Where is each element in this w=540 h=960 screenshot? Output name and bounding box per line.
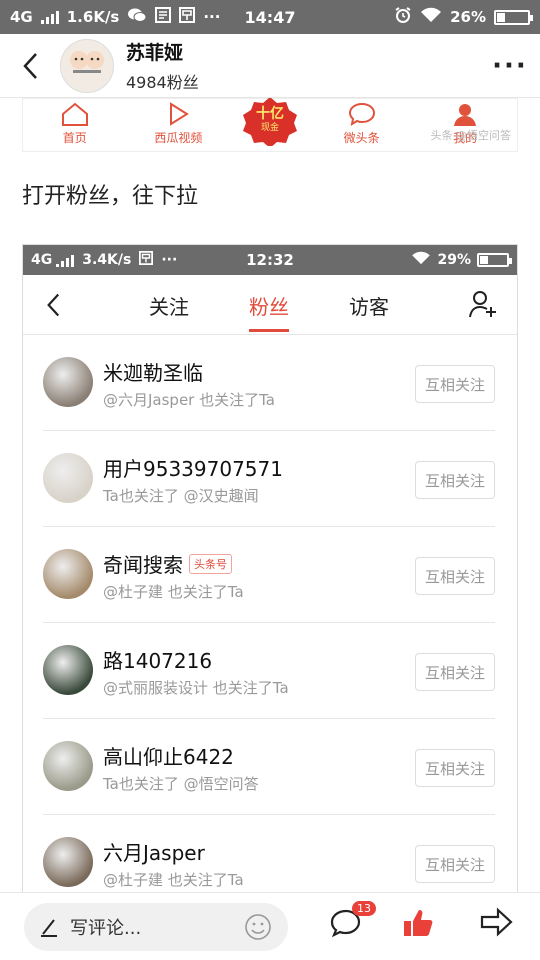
- red-badge-icon: 十亿 现金: [242, 98, 298, 146]
- follower-name: 用户95339707571: [103, 453, 283, 482]
- signal-icon: [40, 10, 59, 24]
- follower-name-text: 高山仰止6422: [103, 745, 234, 769]
- comment-placeholder: 写评论...: [70, 918, 142, 939]
- avatar: [43, 549, 93, 599]
- follower-subtext: @杜子建 也关注了Ta: [103, 871, 244, 889]
- embedded-fans-screenshot: 4G 3.4K/s ··· 12:32 29% 关注 粉丝 访客 米迦勒圣临 @…: [22, 244, 518, 892]
- follower-subtext: @式丽服装设计 也关注了Ta: [103, 679, 289, 697]
- list-item: 奇闻搜索 头条号 @杜子建 也关注了Ta 互相关注: [43, 527, 495, 623]
- more-dots: ···: [203, 8, 221, 26]
- speed-label: 1.6K/s: [66, 8, 120, 26]
- inner-back-button: [23, 292, 83, 318]
- add-friend-icon: [469, 289, 497, 323]
- profile-header: 苏菲娅 4984粉丝 ···: [0, 34, 540, 98]
- home-icon: [61, 102, 88, 126]
- nav-label: 西瓜视频: [154, 131, 203, 145]
- badge-sub: 现金: [260, 123, 279, 133]
- follower-name: 路1407216: [103, 645, 212, 674]
- profile-icon: [454, 104, 477, 126]
- follower-name-text: 米迦勒圣临: [103, 361, 203, 385]
- battery-icon: [494, 9, 533, 25]
- list-item: 高山仰止6422 Ta也关注了 @悟空问答 互相关注: [43, 719, 495, 815]
- follower-name: 米迦勒圣临: [103, 357, 203, 386]
- mutual-follow-button: 互相关注: [415, 461, 495, 499]
- inner-time: 12:32: [246, 251, 294, 269]
- follower-name-text: 用户95339707571: [103, 457, 283, 481]
- mutual-follow-button: 互相关注: [415, 557, 495, 595]
- avatar: [43, 741, 93, 791]
- share-button[interactable]: [478, 907, 514, 941]
- comment-count-badge: 13: [352, 901, 376, 916]
- article-content: 首页 西瓜视频 十亿 现金 微头条 我的 头条 @悟空问答 打开粉丝，往下拉 4G…: [0, 98, 540, 892]
- like-button[interactable]: [402, 907, 434, 943]
- chat-bubble-icon: [348, 102, 375, 127]
- wechat-icon: [127, 7, 147, 27]
- comments-button[interactable]: 13: [330, 901, 376, 943]
- inner-status-bar: 4G 3.4K/s ··· 12:32 29%: [23, 245, 517, 275]
- avatar: [43, 645, 93, 695]
- toutiao-tag: 头条号: [189, 554, 232, 574]
- wifi-icon: [420, 7, 442, 27]
- list-item: 路1407216 @式丽服装设计 也关注了Ta 互相关注: [43, 623, 495, 719]
- comment-input[interactable]: 写评论...: [24, 903, 288, 951]
- mutual-follow-button: 互相关注: [415, 749, 495, 787]
- notification-icon-2: [179, 7, 196, 27]
- watermark: 头条 @悟空问答: [430, 129, 512, 142]
- bottom-bar: 写评论... 13: [0, 892, 540, 960]
- follower-subtext: @六月Jasper 也关注了Ta: [103, 391, 275, 409]
- nav-item-video: 西瓜视频: [138, 101, 218, 146]
- nav-label: 微头条: [343, 131, 380, 145]
- tab-following: 关注: [149, 295, 189, 319]
- list-item: 用户95339707571 Ta也关注了 @汉史趣闻 互相关注: [43, 431, 495, 527]
- avatar: [43, 453, 93, 503]
- follower-name-text: 奇闻搜索: [103, 553, 183, 577]
- battery-label: 26%: [450, 8, 486, 26]
- follower-subtext: Ta也关注了 @悟空问答: [103, 775, 259, 793]
- follower-name: 高山仰止6422: [103, 741, 234, 770]
- tab-bar: 关注 粉丝 访客: [23, 275, 517, 335]
- avatar: [43, 837, 93, 887]
- follower-name: 奇闻搜索 头条号: [103, 549, 232, 578]
- follower-name-text: 路1407216: [103, 649, 213, 673]
- back-arrow-icon: [23, 52, 37, 79]
- fans-count: 4984粉丝: [126, 73, 199, 92]
- nav-item-weitoutiao: 微头条: [322, 101, 402, 146]
- avatar: [43, 357, 93, 407]
- list-item: 米迦勒圣临 @六月Jasper 也关注了Ta 互相关注: [43, 335, 495, 431]
- status-bar: 4G 1.6K/s ··· 14:47 26%: [0, 0, 540, 34]
- mutual-follow-button: 互相关注: [415, 653, 495, 691]
- network-label: 4G: [10, 8, 33, 26]
- share-arrow-icon: [480, 907, 513, 937]
- tab-fans: 粉丝: [249, 291, 289, 332]
- badge-label: 十亿: [255, 106, 284, 122]
- emoji-icon[interactable]: [244, 913, 272, 941]
- embedded-nav-screenshot: 首页 西瓜视频 十亿 现金 微头条 我的 头条 @悟空问答: [22, 98, 518, 152]
- thumbs-up-icon: [404, 910, 433, 936]
- mutual-follow-button: 互相关注: [415, 365, 495, 403]
- follower-name: 六月Jasper: [103, 837, 205, 866]
- mutual-follow-button: 互相关注: [415, 845, 495, 883]
- follower-name-text: 六月Jasper: [103, 841, 205, 865]
- alarm-icon: [394, 6, 412, 28]
- back-button[interactable]: [0, 34, 60, 98]
- play-icon: [170, 102, 190, 126]
- battery-icon: [477, 253, 512, 267]
- more-button[interactable]: ···: [480, 51, 540, 81]
- notification-icon: [155, 7, 172, 27]
- avatar[interactable]: [60, 38, 114, 93]
- caption-text: 打开粉丝，往下拉: [22, 184, 199, 209]
- tab-visitors: 访客: [349, 295, 389, 319]
- follower-subtext: Ta也关注了 @汉史趣闻: [103, 487, 259, 505]
- pen-icon: [41, 919, 57, 937]
- back-arrow-icon: [47, 293, 60, 316]
- nav-label: 首页: [62, 131, 87, 145]
- follower-subtext: @杜子建 也关注了Ta: [103, 583, 244, 601]
- list-item: 六月Jasper @杜子建 也关注了Ta 互相关注: [43, 815, 495, 892]
- nav-item-home: 首页: [35, 101, 115, 146]
- username: 苏菲娅: [126, 42, 184, 64]
